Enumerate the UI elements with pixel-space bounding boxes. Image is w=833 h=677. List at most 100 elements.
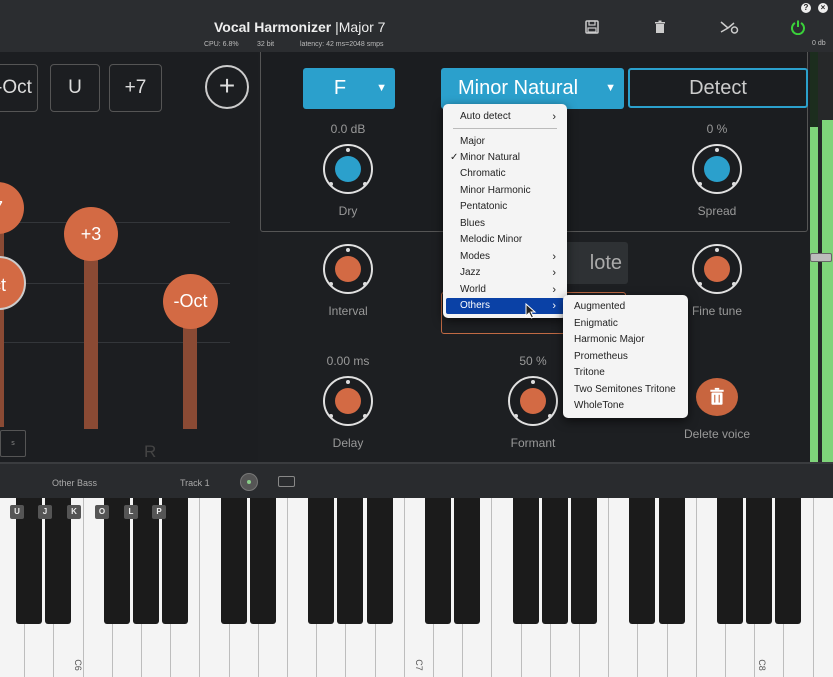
key-shortcut-label: L bbox=[124, 505, 138, 519]
menu-item-label: Others bbox=[460, 300, 491, 311]
power-icon[interactable] bbox=[789, 19, 807, 35]
menu-item-label: Minor Natural bbox=[460, 152, 521, 163]
app-title: Vocal Harmonizer bbox=[214, 19, 332, 35]
menu-separator bbox=[453, 128, 557, 129]
menu-item-chromatic[interactable]: Chromatic bbox=[446, 166, 564, 182]
submenu-item-harmonic-major[interactable]: Harmonic Major bbox=[566, 332, 686, 348]
delete-voice-button[interactable] bbox=[696, 378, 738, 416]
piano-black-key[interactable] bbox=[249, 498, 276, 624]
voice-fader-knob[interactable]: 7 bbox=[0, 182, 24, 234]
voice-fader-knob[interactable]: +3 bbox=[64, 207, 118, 261]
piano-black-key[interactable] bbox=[162, 498, 189, 624]
spread-knob[interactable] bbox=[692, 144, 742, 194]
interval-label: Interval bbox=[328, 304, 368, 318]
delay-value: 0.00 ms bbox=[326, 354, 370, 368]
delay-knob[interactable] bbox=[323, 376, 373, 426]
piano-black-key[interactable] bbox=[366, 498, 393, 624]
formant-label: Formant bbox=[510, 436, 556, 450]
voice-plus7-button[interactable]: +7 bbox=[109, 64, 162, 112]
submenu-item-tritone[interactable]: Tritone bbox=[566, 365, 686, 381]
piano-black-key[interactable] bbox=[571, 498, 597, 624]
interval-knob[interactable] bbox=[323, 244, 373, 294]
meter-db-label: 0 db bbox=[812, 40, 826, 47]
piano-black-key[interactable] bbox=[746, 498, 773, 624]
record-arm-button[interactable] bbox=[240, 473, 258, 491]
octave-label: C7 bbox=[413, 659, 424, 671]
spread-label: Spread bbox=[697, 204, 737, 218]
piano-black-key[interactable] bbox=[541, 498, 568, 624]
meter-level-right bbox=[822, 120, 833, 462]
help-icon[interactable]: ? bbox=[801, 3, 811, 13]
voice-unison-button[interactable]: U bbox=[50, 64, 100, 112]
menu-item-world[interactable]: World › bbox=[446, 282, 564, 298]
chevron-right-icon: › bbox=[552, 251, 556, 263]
menu-item-jazz[interactable]: Jazz › bbox=[446, 265, 564, 281]
chevron-down-icon: ▼ bbox=[605, 82, 616, 94]
piano-black-key[interactable] bbox=[425, 498, 451, 624]
meter-level-left bbox=[810, 127, 818, 462]
track-name: Track 1 bbox=[180, 478, 210, 488]
bit-depth-readout: 32 bit bbox=[257, 41, 275, 48]
title-bar: Vocal Harmonizer |Major 7 ? × bbox=[0, 0, 833, 40]
voice-fader-knob[interactable]: ct bbox=[0, 256, 26, 310]
piano-black-key[interactable] bbox=[512, 498, 539, 624]
note-button[interactable]: lote bbox=[558, 242, 628, 284]
submenu-item-enigmatic[interactable]: Enigmatic bbox=[566, 316, 686, 332]
meter-gain-handle[interactable] bbox=[810, 253, 832, 262]
piano-keyboard[interactable]: U J K O L P C6 C7 C8 bbox=[0, 498, 833, 677]
chevron-right-icon: › bbox=[552, 300, 556, 312]
close-icon[interactable]: × bbox=[818, 3, 828, 13]
chevron-right-icon: › bbox=[552, 111, 556, 123]
save-icon[interactable] bbox=[583, 19, 601, 35]
spread-value: 0 % bbox=[706, 122, 728, 136]
piano-black-key[interactable] bbox=[775, 498, 802, 624]
submenu-item-two-semitones-tritone[interactable]: Two Semitones Tritone bbox=[566, 382, 686, 398]
piano-white-key[interactable] bbox=[813, 498, 833, 677]
menu-item-others[interactable]: Others › bbox=[446, 298, 564, 314]
fine-tune-knob[interactable] bbox=[692, 244, 742, 294]
menu-item-label: Jazz bbox=[460, 267, 481, 278]
delay-label: Delay bbox=[332, 436, 364, 450]
piano-black-key[interactable] bbox=[629, 498, 656, 624]
menu-item-blues[interactable]: Blues bbox=[446, 216, 564, 232]
add-voice-button[interactable]: + bbox=[205, 65, 249, 109]
solo-button[interactable]: s bbox=[0, 430, 26, 457]
piano-black-key[interactable] bbox=[337, 498, 364, 624]
menu-item-modes[interactable]: Modes › bbox=[446, 249, 564, 265]
channel-label: R bbox=[144, 442, 157, 461]
submenu-item-wholetone[interactable]: WholeTone bbox=[566, 398, 686, 414]
dry-knob[interactable] bbox=[323, 144, 373, 194]
piano-black-key[interactable] bbox=[717, 498, 743, 624]
submenu-item-prometheus[interactable]: Prometheus bbox=[566, 349, 686, 365]
trash-icon[interactable] bbox=[651, 19, 669, 35]
scale-dropdown[interactable]: Minor Natural ▼ bbox=[441, 68, 624, 109]
octave-label: C6 bbox=[72, 659, 83, 671]
piano-black-key[interactable] bbox=[454, 498, 481, 624]
window-title: Vocal Harmonizer |Major 7 bbox=[214, 19, 385, 35]
menu-item-label: Melodic Minor bbox=[460, 234, 523, 245]
menu-item-pentatonic[interactable]: Pentatonic bbox=[446, 199, 564, 215]
piano-black-key[interactable] bbox=[308, 498, 335, 624]
routing-icon[interactable] bbox=[719, 19, 739, 35]
voice-fader-knob[interactable]: -Oct bbox=[163, 274, 218, 329]
voice-minus-oct-button[interactable]: -Oct bbox=[0, 64, 38, 112]
scale-menu: Auto detect › Major ✓ Minor Natural Chromat… bbox=[443, 104, 567, 318]
key-value: F bbox=[333, 77, 347, 99]
menu-item-label: Blues bbox=[460, 218, 486, 229]
delete-voice-label: Delete voice bbox=[683, 427, 751, 441]
formant-knob[interactable] bbox=[508, 376, 558, 426]
menu-item-minor-harmonic[interactable]: Minor Harmonic bbox=[446, 183, 564, 199]
voices-panel: -Oct U +7 + 7 ct +3 -Oct s R bbox=[0, 52, 258, 462]
piano-black-key[interactable] bbox=[658, 498, 685, 624]
menu-item-major[interactable]: Major bbox=[446, 134, 564, 150]
menu-item-minor-natural[interactable]: ✓ Minor Natural bbox=[446, 150, 564, 166]
submenu-item-augmented[interactable]: Augmented bbox=[566, 299, 686, 315]
piano-black-key[interactable] bbox=[220, 498, 247, 624]
chevron-right-icon: › bbox=[552, 267, 556, 279]
keyboard-icon[interactable] bbox=[278, 476, 295, 487]
menu-item-auto-detect[interactable]: Auto detect › bbox=[446, 109, 564, 125]
menu-item-melodic-minor[interactable]: Melodic Minor bbox=[446, 232, 564, 248]
detect-button[interactable]: Detect bbox=[628, 68, 808, 108]
key-dropdown[interactable]: F ▼ bbox=[303, 68, 395, 109]
status-bar: CPU: 6.8% 32 bit latency: 42 ms=2048 smp… bbox=[0, 40, 833, 52]
